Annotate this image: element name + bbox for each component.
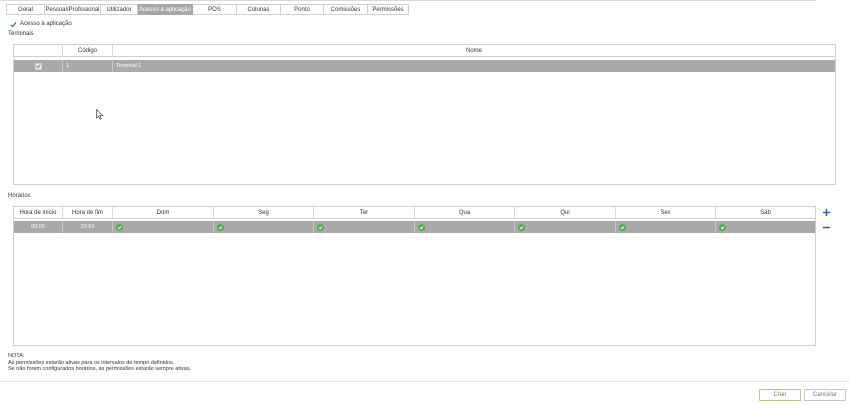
- check-circle-icon[interactable]: [719, 223, 726, 231]
- check-circle-icon[interactable]: [317, 223, 324, 231]
- column-header-codigo[interactable]: Código: [63, 45, 113, 56]
- tab-pos[interactable]: POS: [193, 4, 237, 15]
- row-day-dom-cell[interactable]: [113, 221, 214, 233]
- top-divider-gap: [816, 0, 850, 2]
- tab-comissoes[interactable]: Comissões: [324, 4, 368, 15]
- column-header-hora-fim[interactable]: Hora de fim: [63, 207, 113, 218]
- row-day-qua-cell[interactable]: [415, 221, 515, 233]
- note-line-2: Se não forem configurados horários, as p…: [8, 366, 192, 373]
- row-end-cell[interactable]: 23:59: [63, 221, 113, 233]
- tab-utilizador[interactable]: Utilizador: [101, 4, 138, 15]
- check-circle-icon[interactable]: [418, 223, 425, 231]
- tab-acesso-aplicacao[interactable]: Acesso à aplicação: [138, 4, 193, 15]
- column-header-select[interactable]: [14, 45, 63, 56]
- column-header-seg[interactable]: Seg: [214, 207, 314, 218]
- row-checkbox[interactable]: [34, 62, 42, 70]
- table-row[interactable]: 00:00 23:59: [14, 221, 815, 233]
- create-button[interactable]: Criar: [759, 389, 801, 401]
- column-header-nome[interactable]: Nome: [113, 45, 835, 56]
- check-icon[interactable]: [9, 20, 17, 28]
- row-day-qui-cell[interactable]: [515, 221, 616, 233]
- row-select-cell[interactable]: [14, 60, 63, 72]
- column-header-qui[interactable]: Qui: [515, 207, 616, 218]
- schedules-table-header: Hora de início Hora de fim Dom Seg Ter Q…: [14, 207, 815, 219]
- row-start-cell[interactable]: 00:00: [14, 221, 63, 233]
- tab-pessoal-profissional[interactable]: Pessoal/Profissional: [45, 4, 101, 15]
- add-schedule-button[interactable]: [820, 206, 833, 219]
- minus-icon[interactable]: [822, 223, 831, 232]
- permissions-note: NOTA: As permissões estarão ativas para …: [8, 353, 191, 373]
- column-header-ter[interactable]: Ter: [314, 207, 415, 218]
- terminals-table-header: Código Nome: [14, 45, 835, 57]
- schedules-table: Hora de início Hora de fim Dom Seg Ter Q…: [13, 206, 816, 346]
- cancel-button[interactable]: Cancelar: [804, 389, 846, 401]
- column-header-sab[interactable]: Sáb: [716, 207, 815, 218]
- note-title: NOTA:: [8, 353, 25, 359]
- check-circle-icon[interactable]: [217, 223, 224, 231]
- row-day-ter-cell[interactable]: [314, 221, 415, 233]
- plus-icon[interactable]: [822, 208, 831, 217]
- column-header-qua[interactable]: Qua: [415, 207, 515, 218]
- check-circle-icon[interactable]: [518, 223, 525, 231]
- column-header-sex[interactable]: Sex: [616, 207, 716, 218]
- mouse-cursor-icon: [96, 109, 104, 120]
- remove-schedule-button[interactable]: [820, 221, 833, 234]
- row-name-cell: Terminal 1: [116, 63, 142, 69]
- row-code-cell: 1: [63, 60, 113, 72]
- tab-bar: Geral Pessoal/Profissional Utilizador Ac…: [6, 4, 409, 15]
- access-checkbox-label: Acesso à aplicação: [20, 21, 72, 27]
- row-day-seg-cell[interactable]: [214, 221, 314, 233]
- access-checkbox[interactable]: Acesso à aplicação: [9, 20, 72, 28]
- terminals-section-label: Terminais: [8, 31, 34, 37]
- tab-permissoes[interactable]: Permissões: [368, 4, 409, 15]
- row-day-sex-cell[interactable]: [616, 221, 716, 233]
- column-header-hora-inicio[interactable]: Hora de início: [14, 207, 63, 218]
- top-divider: [0, 0, 850, 1]
- column-header-dom[interactable]: Dom: [113, 207, 214, 218]
- tab-geral[interactable]: Geral: [6, 4, 45, 15]
- row-day-sab-cell[interactable]: [716, 221, 815, 233]
- check-circle-icon[interactable]: [619, 223, 626, 231]
- tab-ponto[interactable]: Ponto: [281, 4, 324, 15]
- check-circle-icon[interactable]: [116, 223, 123, 231]
- tab-colunas[interactable]: Colunas: [237, 4, 281, 15]
- footer-divider: [0, 381, 850, 382]
- schedules-section-label: Horários: [8, 193, 31, 199]
- terminals-table: Código Nome 1 Terminal 1: [13, 44, 836, 185]
- table-row[interactable]: 1 Terminal 1: [14, 60, 835, 72]
- note-line-1: As permissões estarão ativas para os int…: [8, 359, 175, 366]
